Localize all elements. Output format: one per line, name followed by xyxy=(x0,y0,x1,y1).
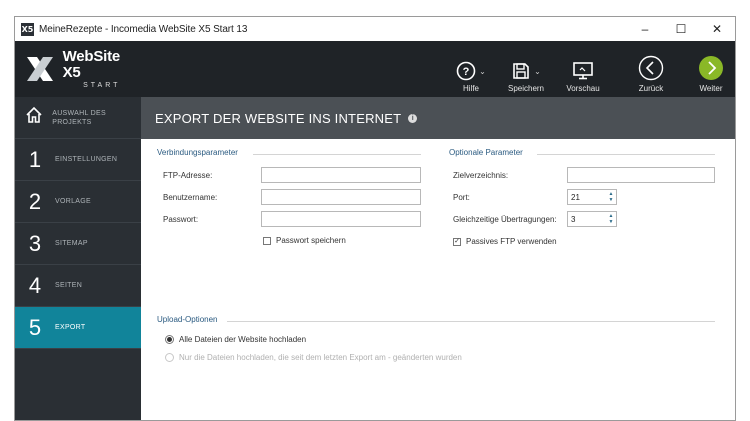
chevron-down-icon: ⌄ xyxy=(534,66,541,76)
logo: WebSite X5 START xyxy=(15,41,141,97)
upload-all-label: Alle Dateien der Website hochladen xyxy=(179,335,307,344)
sidebar-item-sitemap[interactable]: 3 SITEMAP xyxy=(15,223,141,265)
radio-selected-icon xyxy=(165,335,174,344)
password-input[interactable] xyxy=(261,211,421,227)
window-controls: – ☐ ✕ xyxy=(627,17,735,41)
back-label: Zurück xyxy=(638,84,664,93)
sidebar-item-label: SEITEN xyxy=(55,282,83,289)
info-icon[interactable]: i xyxy=(408,113,418,123)
step-number: 1 xyxy=(28,146,42,172)
preview-button[interactable]: Vorschau xyxy=(563,41,603,97)
save-button[interactable]: ⌄ Speichern xyxy=(501,41,551,97)
upload-changed-radio: Nur die Dateien hochladen, die seit dem … xyxy=(165,353,462,362)
username-input[interactable] xyxy=(261,189,421,205)
logo-edition: START xyxy=(83,82,121,89)
sidebar-item-pages[interactable]: 4 SEITEN xyxy=(15,265,141,307)
home-icon xyxy=(15,105,52,131)
sidebar-item-project[interactable]: AUSWAHL DES PROJEKTS xyxy=(15,97,141,139)
sidebar-item-label: EXPORT xyxy=(55,324,86,331)
svg-text:?: ? xyxy=(463,66,470,78)
window-title: MeineRezepte - Incomedia WebSite X5 Star… xyxy=(39,23,248,35)
upload-changed-label: Nur die Dateien hochladen, die seit dem … xyxy=(179,353,462,362)
save-password-label: Passwort speichern xyxy=(276,236,346,245)
target-dir-label: Zielverzeichnis: xyxy=(453,171,509,180)
help-icon: ? xyxy=(456,61,476,81)
concurrent-transfers-input[interactable]: 3 ▲ ▼ xyxy=(567,211,617,227)
step-number: 3 xyxy=(28,230,42,256)
save-label: Speichern xyxy=(507,84,545,93)
step-number: 4 xyxy=(28,272,42,298)
stepper-icon[interactable]: ▲ ▼ xyxy=(608,213,614,225)
concurrent-transfers-label: Gleichzeitige Übertragungen: xyxy=(453,215,557,224)
divider xyxy=(227,321,715,322)
minimize-button[interactable]: – xyxy=(627,17,663,41)
sidebar-item-export[interactable]: 5 EXPORT xyxy=(15,307,141,349)
stepper-icon[interactable]: ▲ ▼ xyxy=(608,191,614,203)
divider xyxy=(253,154,421,155)
checkmark-icon: ✓ xyxy=(453,237,461,246)
concurrent-transfers-value: 3 xyxy=(571,214,576,224)
application-window: X5 MeineRezepte - Incomedia WebSite X5 S… xyxy=(14,16,736,421)
port-input[interactable]: 21 ▲ ▼ xyxy=(567,189,617,205)
passive-ftp-label: Passives FTP verwenden xyxy=(466,237,557,246)
sidebar-item-label: AUSWAHL DES PROJEKTS xyxy=(52,109,106,126)
sidebar: AUSWAHL DES PROJEKTS 1 EINSTELLUNGEN 2 V… xyxy=(15,97,141,420)
step-number: 5 xyxy=(28,314,42,340)
password-label: Passwort: xyxy=(163,215,199,224)
monitor-icon xyxy=(573,62,593,80)
app-icon: X5 xyxy=(21,22,34,36)
port-label: Port: xyxy=(453,193,470,202)
ftp-address-input[interactable] xyxy=(261,167,421,183)
section-title-connection: Verbindungsparameter xyxy=(157,148,238,157)
logo-icon xyxy=(23,52,57,86)
chevron-down-icon: ⌄ xyxy=(479,66,486,76)
save-password-checkbox[interactable]: Passwort speichern xyxy=(263,236,346,245)
target-dir-input[interactable] xyxy=(567,167,715,183)
sidebar-item-label: EINSTELLUNGEN xyxy=(55,156,118,163)
back-button[interactable]: Zurück xyxy=(631,41,671,97)
section-title-optional: Optionale Parameter xyxy=(449,148,523,157)
chevron-right-circle-icon xyxy=(699,56,723,80)
help-button[interactable]: ? ⌄ Hilfe xyxy=(451,41,491,97)
sidebar-item-settings[interactable]: 1 EINSTELLUNGEN xyxy=(15,139,141,181)
divider xyxy=(537,154,715,155)
radio-icon xyxy=(165,353,174,362)
page-title: EXPORT DER WEBSITE INS INTERNET xyxy=(155,110,402,126)
chevron-left-circle-icon xyxy=(638,55,664,81)
page-header: EXPORT DER WEBSITE INS INTERNET i xyxy=(141,97,735,139)
step-number: 2 xyxy=(28,188,42,214)
passive-ftp-checkbox[interactable]: ✓ Passives FTP verwenden xyxy=(453,237,557,246)
sidebar-item-label: SITEMAP xyxy=(55,240,88,247)
export-form: Verbindungsparameter FTP-Adresse: Benutz… xyxy=(141,139,735,420)
save-icon xyxy=(513,63,529,79)
checkbox-box xyxy=(263,236,271,245)
help-label: Hilfe xyxy=(462,84,479,93)
upload-all-radio[interactable]: Alle Dateien der Website hochladen xyxy=(165,335,306,344)
port-value: 21 xyxy=(571,192,580,202)
username-label: Benutzername: xyxy=(163,193,218,202)
section-title-upload: Upload-Optionen xyxy=(157,315,218,324)
maximize-button[interactable]: ☐ xyxy=(663,17,699,41)
main-toolbar: WebSite X5 START ? ⌄ Hilfe ⌄ Speichern V… xyxy=(15,41,735,97)
logo-name: WebSite X5 xyxy=(62,48,121,81)
next-label: Weiter xyxy=(699,84,723,93)
sidebar-item-template[interactable]: 2 VORLAGE xyxy=(15,181,141,223)
preview-label: Vorschau xyxy=(566,84,600,93)
title-bar: X5 MeineRezepte - Incomedia WebSite X5 S… xyxy=(15,17,735,41)
sidebar-item-label: VORLAGE xyxy=(55,198,91,205)
ftp-address-label: FTP-Adresse: xyxy=(163,171,213,180)
next-button[interactable]: Weiter xyxy=(691,41,731,97)
close-button[interactable]: ✕ xyxy=(699,17,735,41)
